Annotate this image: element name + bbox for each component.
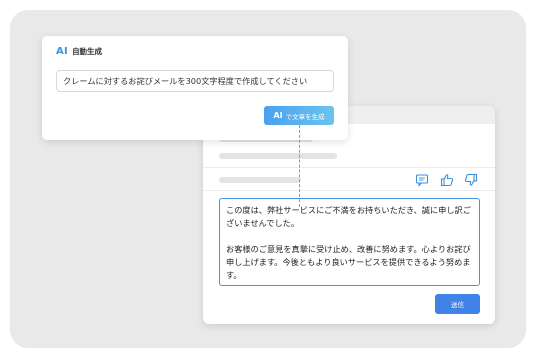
ai-generate-panel: AI 自動生成 クレームに対するお詫びメールを300文字程度で作成してください … [42,36,348,140]
reply-paragraph: この度は、弊社サービスにご不満をお持ちいただき、誠に申し訳ございませんでした。 [226,205,471,228]
prompt-input[interactable]: クレームに対するお詫びメールを300文字程度で作成してください [56,70,334,92]
placeholder-line [219,153,337,159]
send-button[interactable]: 送信 [435,294,480,314]
divider [203,190,495,191]
placeholder-line [219,177,301,183]
ai-panel-title: 自動生成 [72,47,103,56]
divider [203,167,495,168]
generate-button-label: で文章を生成 [285,112,325,121]
reply-textarea[interactable]: この度は、弊社サービスにご不満をお持ちいただき、誠に申し訳ございませんでした。 … [219,198,480,286]
thumbs-down-icon[interactable] [464,173,478,187]
thumbs-up-icon[interactable] [440,173,454,187]
ai-badge: AI [56,46,69,57]
generate-button-ai-badge: AI [273,111,283,120]
ai-panel-header: AI 自動生成 [56,46,102,57]
generate-text-button[interactable]: AI で文章を生成 [264,106,334,125]
reply-paragraph: お客様のご意見を真摯に受け止め、改善に努めます。心よりお詫び申し上げます。今後と… [226,244,471,280]
comment-icon[interactable] [415,173,429,187]
connector-line [299,125,300,207]
